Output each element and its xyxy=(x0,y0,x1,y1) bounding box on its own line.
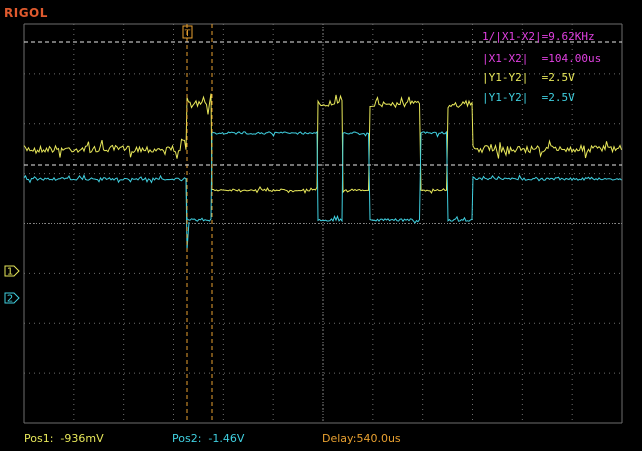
ch2-position-readout: Pos2: -1.46V xyxy=(172,432,245,445)
ch1-ground-marker-label: 1 xyxy=(7,267,13,278)
measurement-voltage-delta-ch2: |Y1-Y2| =2.5V xyxy=(482,91,575,104)
measurement-time-delta: |X1-X2| =104.00us xyxy=(482,52,602,65)
ch2-ground-marker-label: 2 xyxy=(7,294,13,305)
scope-display: T12 xyxy=(4,23,623,424)
measurement-frequency: 1/|X1-X2|=9.62KHz xyxy=(482,30,595,43)
measurement-voltage-delta-ch1: |Y1-Y2| =2.5V xyxy=(482,71,575,84)
ch1-position-readout: Pos1: -936mV xyxy=(24,432,104,445)
delay-readout: Delay:540.0us xyxy=(322,432,401,445)
